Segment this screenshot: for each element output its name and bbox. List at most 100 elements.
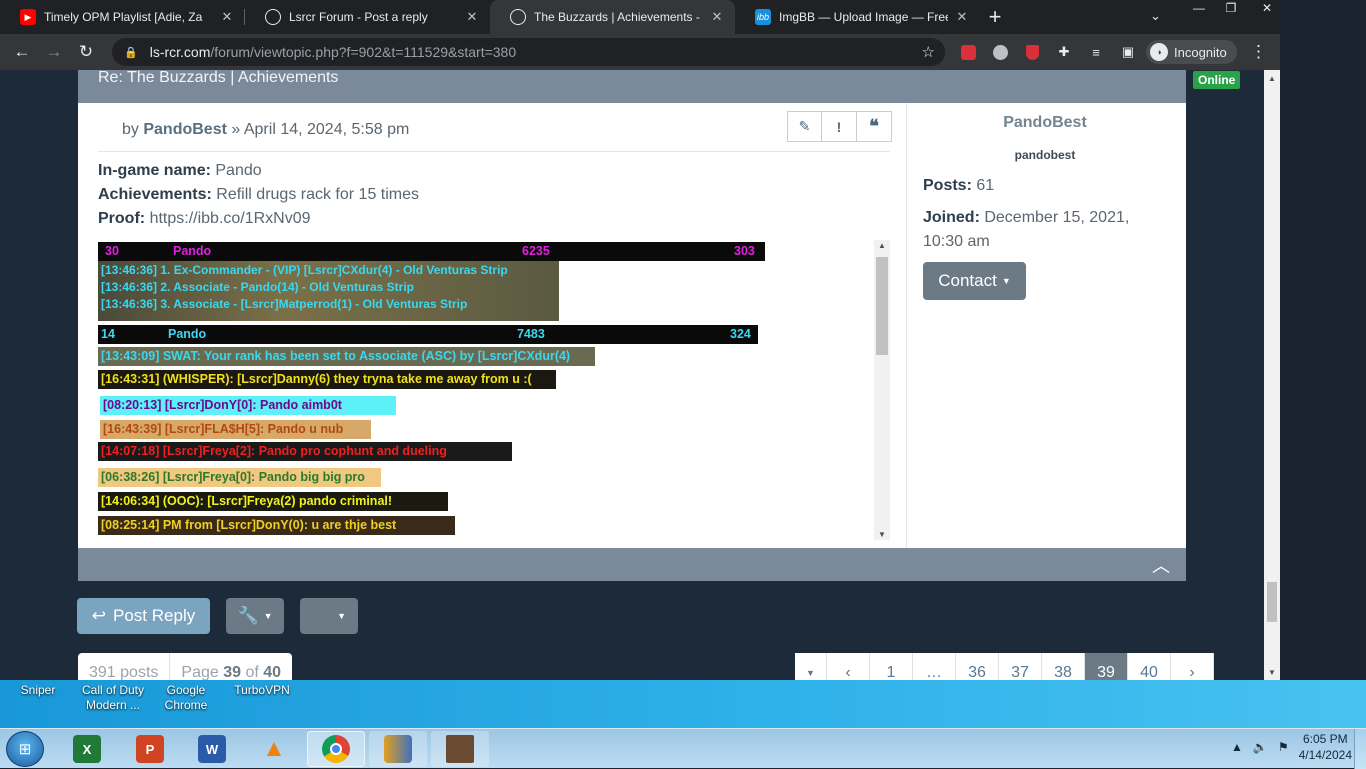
back-to-top-icon[interactable]: ︿ [1152,552,1170,578]
extension-red-icon[interactable] [958,42,978,62]
chat-line: [08:20:13] [Lsrcr]DonY[0]: Pando aimb0t [100,396,396,415]
image-scroll-thumb[interactable] [876,257,888,355]
jump-to-page-button[interactable]: ▼ [795,653,827,680]
address-bar[interactable]: 🔒 ls-rcr.com/forum/viewtopic.php?f=902&t… [112,38,945,66]
word-taskbar-icon[interactable]: W [183,731,241,767]
scroll-down-arrow-icon[interactable]: ▼ [1268,668,1276,677]
close-window-button[interactable]: ✕ [1247,0,1287,17]
page-scroll-thumb[interactable] [1267,582,1277,622]
proof-screenshot: 30 Pando 6235 303 [13:46:36] 1. Ex-Comma… [98,240,876,540]
chrome-taskbar-icon[interactable] [307,731,365,767]
caret-down-icon: ▼ [337,611,346,621]
reply-arrow-icon: ↩ [91,606,107,625]
tab-title: Lsrcr Forum - Post a reply [289,10,428,24]
new-tab-button[interactable]: + [980,0,1010,34]
contact-button[interactable]: Contact ▼ [923,262,1026,300]
tray-expand-icon[interactable]: ▲ [1231,740,1243,754]
page-link-38[interactable]: 38 [1042,653,1085,680]
sort-options-button[interactable]: ▼ [300,598,358,634]
tab-title: ImgBB — Upload Image — Free I [779,10,948,24]
extensions-puzzle-icon[interactable]: ✚ [1054,42,1074,62]
powerpoint-taskbar-icon[interactable]: P [121,731,179,767]
post-header: Re: The Buzzards | Achievements Online [78,70,1241,103]
minimize-button[interactable]: — [1183,0,1215,17]
start-button[interactable]: ⊞ [6,731,44,767]
imgbb-icon: ibb [755,9,771,25]
page-ellipsis: … [913,653,956,680]
tab-youtube-playlist[interactable]: ▶ Timely OPM Playlist [Adie, Za ✕ [0,0,245,34]
profile-rank: pandobest [1014,148,1076,162]
taskbar: ⊞ X P W ▲ ▲ 🔈 ⚑ 6:05 PM 4/14/2024 [0,728,1366,769]
extension-gray-icon[interactable] [990,42,1010,62]
side-panel-icon[interactable]: ▣ [1118,42,1138,62]
page-link-37[interactable]: 37 [999,653,1042,680]
back-button[interactable]: ← [6,36,38,68]
chat-line: [16:43:39] [Lsrcr]FLA$H[5]: Pando u nub [100,420,371,439]
incognito-badge[interactable]: ◑ Incognito [1146,40,1237,64]
close-tab-icon[interactable]: ✕ [464,9,480,25]
proof-link[interactable]: https://ibb.co/1RxNv09 [150,210,311,227]
clock[interactable]: 6:05 PM 4/14/2024 [1299,731,1352,763]
tab-post-reply[interactable]: Lsrcr Forum - Post a reply ✕ [245,0,490,34]
post-author-link[interactable]: PandoBest [143,121,227,138]
profile-posts: Posts: 61 [923,177,995,194]
close-tab-icon[interactable]: ✕ [954,9,970,25]
scroll-up-arrow-icon[interactable]: ▲ [1268,74,1276,83]
profile-joined: Joined: December 15, 2021, 10:30 am [923,209,1130,250]
scroll-up-arrow-icon[interactable]: ▲ [878,241,886,250]
tab-achievements[interactable]: The Buzzards | Achievements - Pa ✕ [490,0,735,34]
next-page-button[interactable]: › [1171,653,1214,680]
page-link-39-current[interactable]: 39 [1085,653,1128,680]
page-info: 391 posts Page 39 of 40 [78,653,293,680]
incognito-label: Incognito [1174,44,1227,60]
lock-icon[interactable]: 🔒 [124,46,138,59]
tab-imgbb[interactable]: ibb ImgBB — Upload Image — Free I ✕ [735,0,980,34]
url-host: ls-rcr.com [149,44,211,60]
extension-shield-icon[interactable] [1022,42,1042,62]
excel-taskbar-icon[interactable]: X [58,731,116,767]
previous-page-button[interactable]: ‹ [827,653,870,680]
vlc-taskbar-icon[interactable]: ▲ [245,731,303,767]
browser-menu-icon[interactable]: ⋮ [1250,42,1267,62]
page-link-1[interactable]: 1 [870,653,913,680]
forward-button[interactable]: → [38,36,70,68]
tab-search-chevron-icon[interactable]: ⌄ [1150,8,1161,24]
desktop-icon-turbovpn[interactable]: TurboVPN [224,683,300,698]
page-link-36[interactable]: 36 [956,653,999,680]
chat-line: [16:43:31] (WHISPER): [Lsrcr]Danny(6) th… [98,370,556,389]
close-tab-icon[interactable]: ✕ [709,9,725,25]
scroll-down-arrow-icon[interactable]: ▼ [878,530,886,539]
page-scrollbar[interactable]: ▲ ▼ [1264,70,1280,680]
game-taskbar-icon[interactable] [431,731,489,767]
post-title[interactable]: Re: The Buzzards | Achievements [98,70,338,86]
proof-line: Proof: https://ibb.co/1RxNv09 [98,210,311,227]
online-badge: Online [1193,71,1241,89]
volume-icon[interactable]: 🔈 [1253,740,1268,754]
desktop-icon-google-chrome[interactable]: Google Chrome [148,683,224,713]
edit-post-button[interactable]: ✎ [787,111,822,142]
reload-button[interactable]: ↻ [70,36,102,68]
system-tray: ▲ 🔈 ⚑ 6:05 PM 4/14/2024 [1231,731,1352,763]
window-controls: — ❐ ✕ [1183,0,1287,17]
show-desktop-button[interactable] [1354,729,1366,769]
chat-line: [14:07:18] [Lsrcr]Freya[2]: Pando pro co… [98,442,512,461]
report-post-button[interactable]: ! [822,111,857,142]
winrar-taskbar-icon[interactable] [369,731,427,767]
proof-image-container[interactable]: 30 Pando 6235 303 [13:46:36] 1. Ex-Comma… [98,240,890,540]
page-link-40[interactable]: 40 [1128,653,1171,680]
globe-icon [510,9,526,25]
image-scrollbar[interactable]: ▲ ▼ [874,240,890,540]
close-tab-icon[interactable]: ✕ [219,9,235,25]
quote-post-button[interactable]: ❝ [857,111,892,142]
action-center-flag-icon[interactable]: ⚑ [1278,740,1289,754]
post-reply-button[interactable]: ↩ Post Reply [77,598,210,634]
media-playlist-icon[interactable]: ≡ [1086,42,1106,62]
restore-button[interactable]: ❐ [1215,0,1247,17]
page-indicator[interactable]: Page 39 of 40 [170,653,292,680]
topic-tools-button[interactable]: 🔧 ▼ [226,598,284,634]
desktop-icon-call-of-duty[interactable]: Call of Duty Modern ... [74,683,152,713]
profile-name[interactable]: PandoBest [907,114,1183,132]
caret-down-icon: ▼ [263,611,273,621]
bookmark-star-icon[interactable]: ☆ [922,43,935,61]
desktop-icon-sniper[interactable]: Sniper [0,683,76,698]
